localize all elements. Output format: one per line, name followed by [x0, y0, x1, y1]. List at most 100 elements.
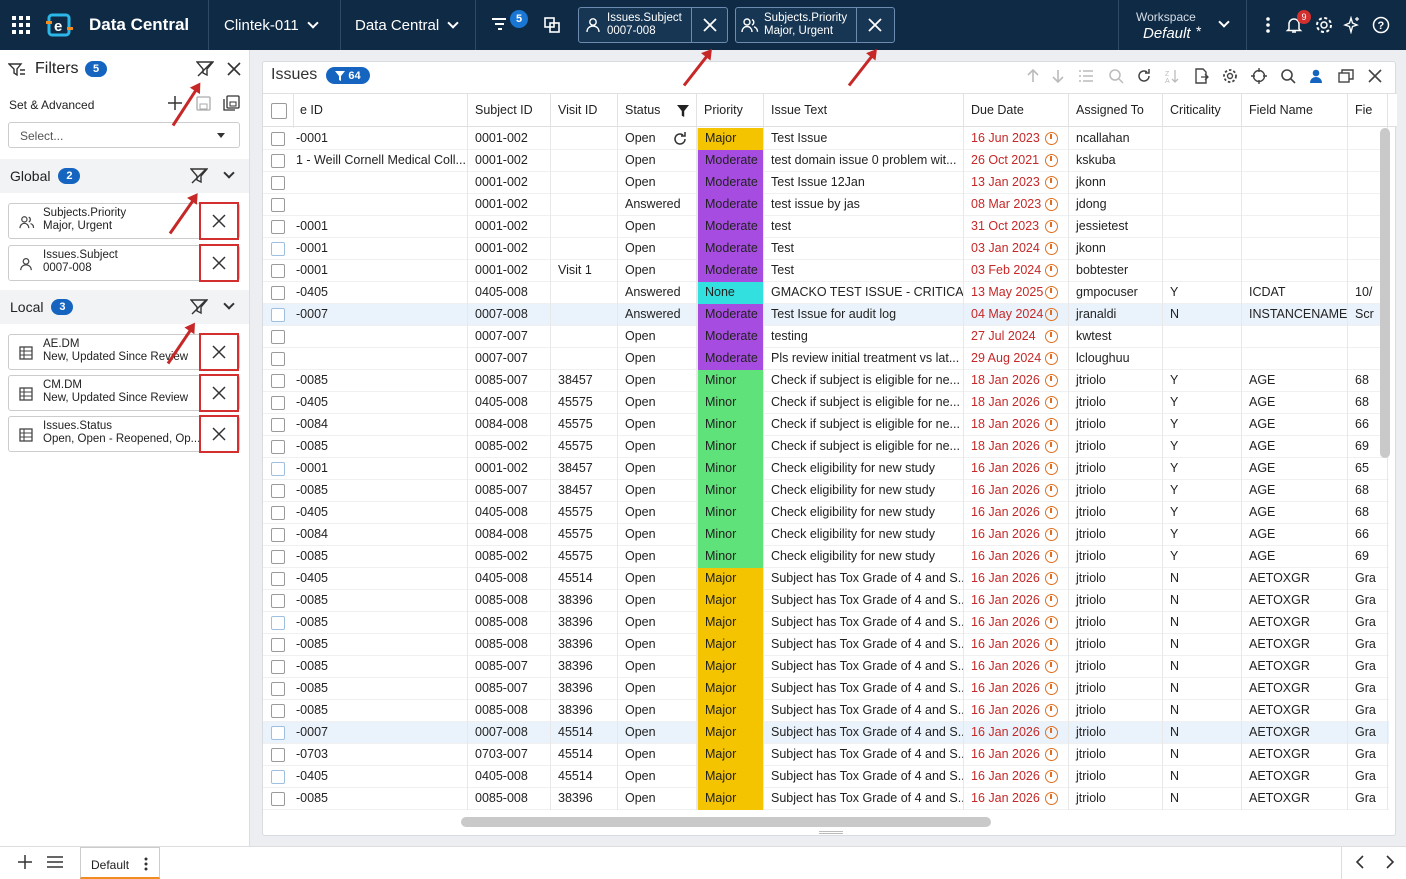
row-checkbox[interactable] [271, 352, 285, 366]
column-header[interactable]: Issue Text [764, 94, 964, 128]
table-row[interactable]: -0085 0085-002 45575 Open Minor Check if subj… [263, 436, 1389, 458]
row-checkbox[interactable] [271, 198, 285, 212]
row-checkbox[interactable] [271, 594, 285, 608]
horizontal-scrollbar[interactable] [461, 817, 991, 827]
table-row[interactable]: 1 - Weill Cornell Medical Coll... 0001-00… [263, 150, 1389, 172]
clear-global-icon[interactable] [189, 168, 209, 187]
row-checkbox[interactable] [271, 220, 285, 234]
close-icon[interactable] [1367, 68, 1383, 84]
filter-list-icon[interactable] [490, 14, 512, 36]
column-header[interactable]: Fie [1348, 94, 1388, 128]
remove-filter-button[interactable] [199, 244, 239, 282]
sparkle-icon[interactable] [1341, 14, 1363, 36]
column-filter-icon[interactable] [677, 105, 689, 120]
column-header[interactable]: Field Name [1242, 94, 1348, 128]
table-row[interactable]: -0085 0085-008 38396 Open Major Subject has T… [263, 700, 1389, 722]
local-filter-card[interactable]: AE.DM New, Updated Since Review [8, 333, 240, 371]
row-checkbox[interactable] [271, 396, 285, 410]
local-filter-card[interactable]: CM.DM New, Updated Since Review [8, 374, 240, 412]
save-icon[interactable] [196, 96, 211, 114]
row-checkbox[interactable] [271, 374, 285, 388]
table-row[interactable]: -0703 0703-007 45514 Open Major Subject has T… [263, 744, 1389, 766]
zoom-icon[interactable] [1108, 68, 1124, 84]
gear-icon[interactable] [1222, 68, 1238, 84]
move-down-icon[interactable] [1050, 68, 1066, 84]
table-row[interactable]: -0405 0405-008 Answered None GMACKO TEST ISS… [263, 282, 1389, 304]
row-checkbox[interactable] [271, 308, 285, 322]
table-row[interactable]: 0007-007 Open Moderate Pls review initial t… [263, 348, 1389, 370]
module-dropdown[interactable]: Data Central [341, 0, 474, 50]
table-row[interactable]: -0085 0085-007 38457 Open Minor Check eligibi… [263, 480, 1389, 502]
row-checkbox[interactable] [271, 154, 285, 168]
table-row[interactable]: -0405 0405-008 45514 Open Major Subject has T… [263, 766, 1389, 788]
local-filter-card[interactable]: Issues.Status Open, Open - Reopened, Op..… [8, 415, 240, 453]
row-checkbox[interactable] [271, 330, 285, 344]
row-checkbox[interactable] [271, 242, 285, 256]
column-header[interactable]: e ID [293, 94, 468, 128]
column-header[interactable]: Visit ID [551, 94, 618, 128]
row-checkbox[interactable] [271, 264, 285, 278]
table-row[interactable]: -0085 0085-008 38396 Open Major Subject has T… [263, 612, 1389, 634]
table-row[interactable]: -0405 0405-008 45575 Open Minor Check eligibi… [263, 502, 1389, 524]
table-row[interactable]: 0001-002 Open Moderate Test Issue 12Jan 13 J… [263, 172, 1389, 194]
filter-chip-subject[interactable]: Issues.Subject 0007-008 [578, 7, 728, 43]
row-checkbox[interactable] [271, 550, 285, 564]
clear-local-icon[interactable] [189, 299, 209, 318]
close-icon[interactable] [856, 8, 892, 42]
more-vertical-icon[interactable] [144, 857, 148, 874]
column-header[interactable]: Priority [697, 94, 764, 128]
table-row[interactable]: -0001 0001-002 Open Moderate Test 03 Jan 2024… [263, 238, 1389, 260]
row-checkbox[interactable] [271, 638, 285, 652]
list-icon[interactable] [1078, 68, 1094, 84]
column-header[interactable]: Criticality [1163, 94, 1242, 128]
workspace-tab[interactable]: Default [80, 847, 160, 879]
filter-chip-priority[interactable]: Subjects.Priority Major, Urgent [735, 7, 895, 43]
table-row[interactable]: -0001 0001-002 38457 Open Minor Check eligibi… [263, 458, 1389, 480]
row-checkbox[interactable] [271, 726, 285, 740]
sort-az-icon[interactable]: ZA [1164, 68, 1180, 85]
row-checkbox[interactable] [271, 660, 285, 674]
menu-icon[interactable] [47, 855, 63, 872]
close-icon[interactable] [227, 62, 241, 79]
row-checkbox[interactable] [271, 770, 285, 784]
table-row[interactable]: -0085 0085-007 38396 Open Major Subject has T… [263, 678, 1389, 700]
table-row[interactable]: -0085 0085-002 45575 Open Minor Check eligibi… [263, 546, 1389, 568]
table-row[interactable]: -0085 0085-008 38396 Open Major Subject has T… [263, 590, 1389, 612]
saved-filter-select[interactable]: Select... [8, 122, 240, 148]
move-up-icon[interactable] [1025, 68, 1041, 84]
row-checkbox[interactable] [271, 484, 285, 498]
row-checkbox[interactable] [271, 440, 285, 454]
global-filter-card-subject[interactable]: Issues.Subject 0007-008 [8, 244, 240, 282]
link-icon[interactable] [541, 14, 563, 36]
row-checkbox[interactable] [271, 616, 285, 630]
vertical-scrollbar[interactable] [1380, 128, 1390, 458]
row-checkbox[interactable] [271, 506, 285, 520]
windows-icon[interactable] [1338, 68, 1354, 84]
user-filter-icon[interactable] [1309, 68, 1325, 84]
local-filters-header[interactable]: Local 3 [0, 290, 249, 324]
table-row[interactable]: -0405 0405-008 45575 Open Minor Check if subj… [263, 392, 1389, 414]
more-vertical-icon[interactable] [1257, 14, 1279, 36]
column-header[interactable]: Due Date [964, 94, 1069, 128]
row-checkbox[interactable] [271, 572, 285, 586]
chevron-right-icon[interactable] [1385, 855, 1395, 872]
table-row[interactable]: -0084 0084-008 45575 Open Minor Check eligibi… [263, 524, 1389, 546]
remove-filter-button[interactable] [199, 333, 239, 371]
row-checkbox[interactable] [271, 462, 285, 476]
table-row[interactable]: -0085 0085-008 38396 Open Major Subject has T… [263, 788, 1389, 810]
row-checkbox[interactable] [271, 418, 285, 432]
table-row[interactable]: -0405 0405-008 45514 Open Major Subject has T… [263, 568, 1389, 590]
column-header[interactable]: Subject ID [468, 94, 551, 128]
chevron-left-icon[interactable] [1355, 855, 1365, 872]
table-row[interactable]: -0007 0007-008 Answered Moderate Test Issue … [263, 304, 1389, 326]
table-row[interactable]: -0085 0085-007 38396 Open Major Subject has T… [263, 656, 1389, 678]
row-checkbox[interactable] [271, 132, 285, 146]
table-row[interactable]: 0001-002 Answered Moderate test issue by ja… [263, 194, 1389, 216]
row-checkbox[interactable] [271, 176, 285, 190]
table-row[interactable]: -0007 0007-008 45514 Open Major Subject has T… [263, 722, 1389, 744]
apps-grid-icon[interactable] [12, 16, 30, 34]
table-row[interactable]: -0085 0085-007 38457 Open Minor Check if subj… [263, 370, 1389, 392]
row-checkbox[interactable] [271, 748, 285, 762]
refresh-icon[interactable] [1136, 68, 1152, 84]
table-row[interactable]: -0085 0085-008 38396 Open Major Subject has T… [263, 634, 1389, 656]
